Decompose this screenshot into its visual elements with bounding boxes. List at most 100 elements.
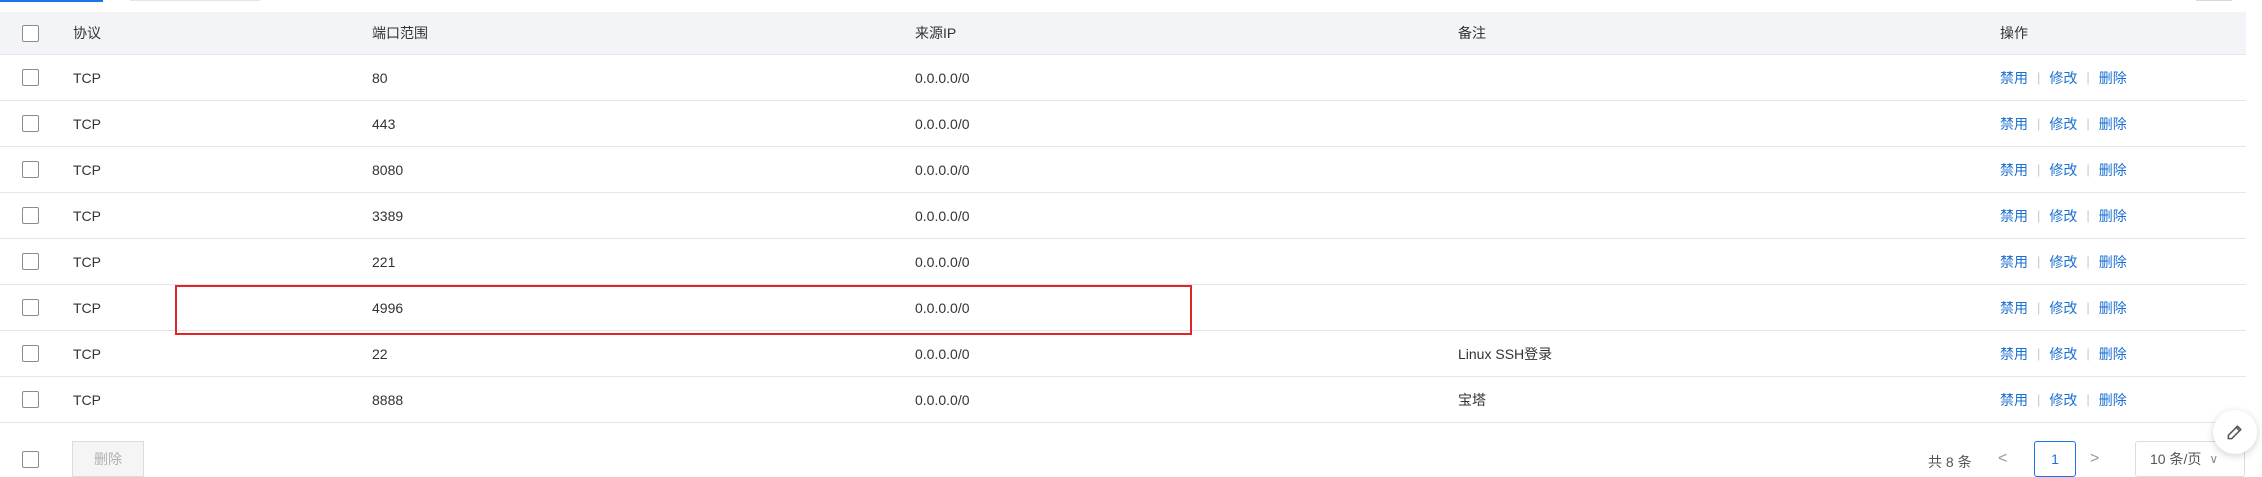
delete-link[interactable]: 删除 (2099, 298, 2127, 318)
edit-link[interactable]: 修改 (2049, 252, 2077, 272)
row-source-ip: 0.0.0.0/0 (915, 391, 970, 408)
disable-link[interactable]: 禁用 (2000, 344, 2028, 364)
row-port: 8080 (372, 161, 404, 178)
table-row: TCP 443 0.0.0.0/0 禁用 | 修改 | 删除 (0, 101, 2246, 147)
disable-link[interactable]: 禁用 (2000, 206, 2028, 226)
row-select-cell (22, 193, 39, 238)
header-port-range: 端口范围 (372, 25, 428, 41)
row-actions: 禁用 | 修改 | 删除 (2000, 239, 2127, 284)
table-body: TCP 80 0.0.0.0/0 禁用 | 修改 | 删除 TCP 443 0.0.0.0/0 禁用 |… (0, 55, 2246, 423)
row-select-cell (22, 147, 39, 192)
disable-link[interactable]: 禁用 (2000, 252, 2028, 272)
batch-delete-button[interactable]: 删除 (72, 441, 144, 477)
row-select-cell (22, 101, 39, 146)
action-separator: | (2086, 346, 2090, 361)
row-port: 221 (372, 253, 396, 270)
page-size-value: 10 条/页 (2150, 451, 2202, 467)
row-source-ip: 0.0.0.0/0 (915, 161, 970, 178)
footer-select-all-cell (22, 451, 39, 468)
row-actions: 禁用 | 修改 | 删除 (2000, 147, 2127, 192)
disable-link[interactable]: 禁用 (2000, 298, 2028, 318)
row-checkbox[interactable] (22, 207, 39, 224)
row-source-ip: 0.0.0.0/0 (915, 345, 970, 362)
edit-link[interactable]: 修改 (2049, 390, 2077, 410)
row-select-cell (22, 377, 39, 422)
action-separator: | (2037, 300, 2041, 315)
row-port: 443 (372, 115, 396, 132)
total-count: 共 8 条 (1928, 454, 1972, 470)
row-actions: 禁用 | 修改 | 删除 (2000, 193, 2127, 238)
row-protocol: TCP (73, 345, 101, 362)
delete-link[interactable]: 删除 (2099, 344, 2127, 364)
disable-link[interactable]: 禁用 (2000, 114, 2028, 134)
disable-link[interactable]: 禁用 (2000, 390, 2028, 410)
action-separator: | (2086, 392, 2090, 407)
edit-link[interactable]: 修改 (2049, 344, 2077, 364)
row-source-ip: 0.0.0.0/0 (915, 253, 970, 270)
row-protocol: TCP (73, 391, 101, 408)
security-rules-table: 协议 端口范围 来源IP 备注 操作 TCP 80 0.0.0.0/0 禁用 | 修改 | 删… (0, 12, 2246, 423)
chevron-down-icon: ∨ (2209, 452, 2219, 466)
row-source-ip: 0.0.0.0/0 (915, 207, 970, 224)
edit-link[interactable]: 修改 (2049, 298, 2077, 318)
action-separator: | (2086, 254, 2090, 269)
disable-link[interactable]: 禁用 (2000, 68, 2028, 88)
row-checkbox[interactable] (22, 299, 39, 316)
row-checkbox[interactable] (22, 69, 39, 86)
header-actions: 操作 (2000, 25, 2028, 41)
edit-pencil-icon[interactable] (2213, 410, 2257, 454)
select-all-cell (22, 12, 39, 54)
row-actions: 禁用 | 修改 | 删除 (2000, 377, 2127, 422)
delete-link[interactable]: 删除 (2099, 114, 2127, 134)
row-protocol: TCP (73, 299, 101, 316)
row-source-ip: 0.0.0.0/0 (915, 69, 970, 86)
row-checkbox[interactable] (22, 161, 39, 178)
row-actions: 禁用 | 修改 | 删除 (2000, 101, 2127, 146)
table-row: TCP 3389 0.0.0.0/0 禁用 | 修改 | 删除 (0, 193, 2246, 239)
edit-link[interactable]: 修改 (2049, 206, 2077, 226)
disable-link[interactable]: 禁用 (2000, 160, 2028, 180)
current-page-button[interactable]: 1 (2034, 441, 2076, 477)
prev-page-button[interactable]: < (1998, 450, 2007, 468)
delete-link[interactable]: 删除 (2099, 390, 2127, 410)
select-all-checkbox[interactable] (22, 24, 39, 42)
row-actions: 禁用 | 修改 | 删除 (2000, 331, 2127, 376)
next-page-button[interactable]: > (2090, 450, 2099, 468)
row-port: 80 (372, 69, 388, 86)
delete-link[interactable]: 删除 (2099, 68, 2127, 88)
action-separator: | (2086, 208, 2090, 223)
row-source-ip: 0.0.0.0/0 (915, 115, 970, 132)
action-separator: | (2037, 392, 2041, 407)
row-actions: 禁用 | 修改 | 删除 (2000, 55, 2127, 100)
edit-link[interactable]: 修改 (2049, 68, 2077, 88)
row-checkbox[interactable] (22, 115, 39, 132)
row-port: 3389 (372, 207, 404, 224)
action-separator: | (2086, 116, 2090, 131)
delete-link[interactable]: 删除 (2099, 206, 2127, 226)
row-protocol: TCP (73, 115, 101, 132)
row-checkbox[interactable] (22, 253, 39, 270)
action-separator: | (2037, 116, 2041, 131)
delete-link[interactable]: 删除 (2099, 252, 2127, 272)
row-select-cell (22, 331, 39, 376)
action-separator: | (2086, 300, 2090, 315)
action-separator: | (2086, 70, 2090, 85)
edit-link[interactable]: 修改 (2049, 160, 2077, 180)
row-actions: 禁用 | 修改 | 删除 (2000, 285, 2127, 330)
tab-divider (130, 0, 260, 1)
toolbar-divider (2196, 0, 2232, 1)
header-source-ip: 来源IP (915, 25, 957, 41)
row-select-cell (22, 55, 39, 100)
action-separator: | (2037, 208, 2041, 223)
row-checkbox[interactable] (22, 345, 39, 362)
row-port: 8888 (372, 391, 404, 408)
row-port: 4996 (372, 299, 404, 316)
table-row: TCP 8080 0.0.0.0/0 禁用 | 修改 | 删除 (0, 147, 2246, 193)
footer-select-all-checkbox[interactable] (22, 451, 39, 468)
delete-link[interactable]: 删除 (2099, 160, 2127, 180)
row-checkbox[interactable] (22, 391, 39, 408)
edit-link[interactable]: 修改 (2049, 114, 2077, 134)
row-protocol: TCP (73, 161, 101, 178)
table-row: TCP 4996 0.0.0.0/0 禁用 | 修改 | 删除 (0, 285, 2246, 331)
table-header: 协议 端口范围 来源IP 备注 操作 (0, 12, 2246, 55)
